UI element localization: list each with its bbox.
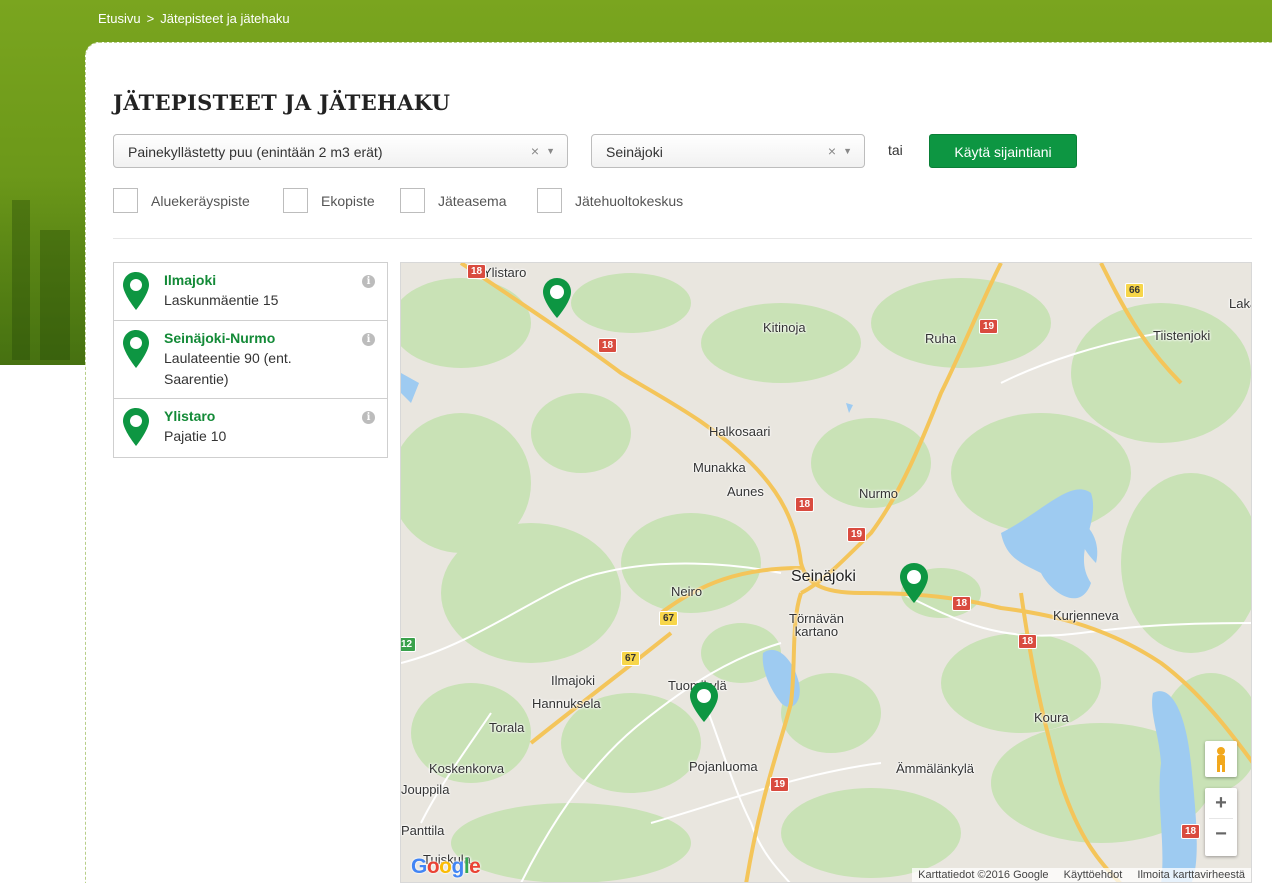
checkbox[interactable]	[537, 188, 562, 213]
breadcrumb-home-link[interactable]: Etusivu	[98, 11, 141, 26]
breadcrumb-current: Jätepisteet ja jätehaku	[160, 11, 290, 26]
info-icon[interactable]: i	[362, 411, 375, 424]
map-marker-seinajoki-nurmo[interactable]	[899, 562, 929, 604]
breadcrumb: Etusivu > Jätepisteet ja jätehaku	[98, 11, 290, 26]
result-name[interactable]: Seinäjoki-Nurmo	[164, 329, 357, 347]
road-shield-18: 18	[467, 264, 487, 279]
municipality-chevron-down-icon[interactable]: ▼	[843, 146, 852, 156]
filter-label: Aluekeräyspiste	[151, 192, 250, 209]
map-label-halkosaari: Halkosaari	[709, 424, 771, 439]
road-shield-66: 66	[1125, 283, 1145, 298]
zoom-in-button[interactable]: +	[1205, 788, 1237, 818]
map-label-ilmajoki: Ilmajoki	[551, 673, 596, 688]
map-label-laka: Laka	[1229, 296, 1251, 311]
map-label-koskenkorva: Koskenkorva	[429, 761, 505, 776]
use-my-location-button[interactable]: Käytä sijaintiani	[929, 134, 1077, 168]
map-label-koura: Koura	[1034, 710, 1069, 725]
checkbox[interactable]	[283, 188, 308, 213]
road-shield-18: 18	[1018, 634, 1038, 649]
map-marker-ilmajoki[interactable]	[689, 681, 719, 723]
waste-type-select[interactable]: Painekyllästetty puu (enintään 2 m3 erät…	[113, 134, 568, 168]
result-address: Laulateentie 90 (ent. Saarentie)	[164, 350, 292, 387]
report-error-link[interactable]: Ilmoita karttavirheestä	[1137, 869, 1245, 881]
waste-type-chevron-down-icon[interactable]: ▼	[546, 146, 555, 156]
filter-label: Jätehuoltokeskus	[575, 192, 684, 209]
map-marker-ylistaro[interactable]	[542, 277, 572, 319]
list-item[interactable]: Seinäjoki-Nurmo Laulateentie 90 (ent. Sa…	[114, 321, 387, 399]
road-shield-12: 12	[401, 637, 417, 652]
breadcrumb-separator: >	[146, 11, 155, 26]
terms-link[interactable]: Käyttöehdot	[1064, 869, 1123, 881]
filter-ekopiste[interactable]: Ekopiste	[283, 188, 375, 213]
map-pin-icon	[123, 408, 149, 446]
road-shield-19: 19	[847, 527, 867, 542]
map-label-nurmo: Nurmo	[859, 486, 899, 501]
result-address: Pajatie 10	[164, 428, 227, 444]
map-label-panttila: Panttila	[401, 823, 445, 838]
map-label-munakka: Munakka	[693, 460, 746, 475]
checkbox[interactable]	[113, 188, 138, 213]
map-label-hannuksela: Hannuksela	[532, 696, 601, 711]
map-label-ylistaro: Ylistaro	[483, 265, 527, 280]
waste-type-value: Painekyllästetty puu (enintään 2 m3 erät…	[128, 144, 383, 160]
list-item[interactable]: Ilmajoki Laskunmäentie 15 i	[114, 263, 387, 321]
info-icon[interactable]: i	[362, 275, 375, 288]
map-label-seinajoki: Seinäjoki	[791, 568, 856, 585]
road-shield-67: 67	[621, 651, 641, 666]
filter-label: Jäteasema	[438, 192, 507, 209]
road-shield-67: 67	[659, 611, 679, 626]
municipality-clear-icon[interactable]: ×	[828, 143, 836, 159]
map-label-kurjenneva: Kurjenneva	[1053, 608, 1119, 623]
map-label-ruha: Ruha	[925, 331, 957, 346]
result-name[interactable]: Ylistaro	[164, 407, 357, 425]
municipality-value: Seinäjoki	[606, 144, 663, 160]
map-pin-icon	[123, 272, 149, 310]
map-label-torala: Torala	[489, 720, 525, 735]
zoom-control: + −	[1205, 788, 1237, 856]
map-label-neiro: Neiro	[671, 584, 703, 599]
map-data-credit: Karttatiedot ©2016 Google	[918, 869, 1049, 881]
results-list: Ilmajoki Laskunmäentie 15 i Seinäjoki-Nu…	[113, 262, 388, 458]
map-attribution: Karttatiedot ©2016 Google Käyttöehdot Il…	[912, 868, 1251, 882]
map-view[interactable]: Ylistaro Kitinoja Ruha Tiistenjoki Laka …	[400, 262, 1252, 883]
result-name[interactable]: Ilmajoki	[164, 271, 357, 289]
map-label-tornavan-kartano: Törnävän kartano	[789, 611, 844, 639]
map-label-aunes: Aunes	[727, 484, 764, 499]
result-address: Laskunmäentie 15	[164, 292, 279, 308]
filter-aluekerayspiste[interactable]: Aluekeräyspiste	[113, 188, 250, 213]
map-label-pojanluoma: Pojanluoma	[689, 759, 758, 774]
checkbox[interactable]	[400, 188, 425, 213]
or-label: tai	[888, 142, 903, 158]
map-label-jouppila: Jouppila	[401, 782, 450, 797]
google-logo: Google	[411, 855, 481, 878]
filter-jatehuoltokeskus[interactable]: Jätehuoltokeskus	[537, 188, 683, 213]
road-shield-18: 18	[952, 596, 972, 611]
filter-jateasema[interactable]: Jäteasema	[400, 188, 506, 213]
road-shield-19: 19	[770, 777, 790, 792]
page-title: JÄTEPISTEET JA JÄTEHAKU	[113, 90, 451, 115]
filter-label: Ekopiste	[321, 192, 375, 209]
list-item[interactable]: Ylistaro Pajatie 10 i	[114, 399, 387, 457]
road-shield-18: 18	[795, 497, 815, 512]
waste-type-clear-icon[interactable]: ×	[531, 143, 539, 159]
road-shield-18: 18	[1181, 824, 1201, 839]
road-shield-19: 19	[979, 319, 999, 334]
zoom-out-button[interactable]: −	[1205, 819, 1237, 849]
street-view-pegman-icon[interactable]	[1205, 741, 1237, 777]
map-label-ammalankyla: Ämmälänkylä	[896, 761, 975, 776]
road-shield-18: 18	[598, 338, 618, 353]
info-icon[interactable]: i	[362, 333, 375, 346]
map-label-kitinoja: Kitinoja	[763, 320, 806, 335]
municipality-select[interactable]: Seinäjoki × ▼	[591, 134, 865, 168]
map-pin-icon	[123, 330, 149, 368]
section-divider	[113, 238, 1252, 239]
map-label-tiistenjoki: Tiistenjoki	[1153, 328, 1211, 343]
